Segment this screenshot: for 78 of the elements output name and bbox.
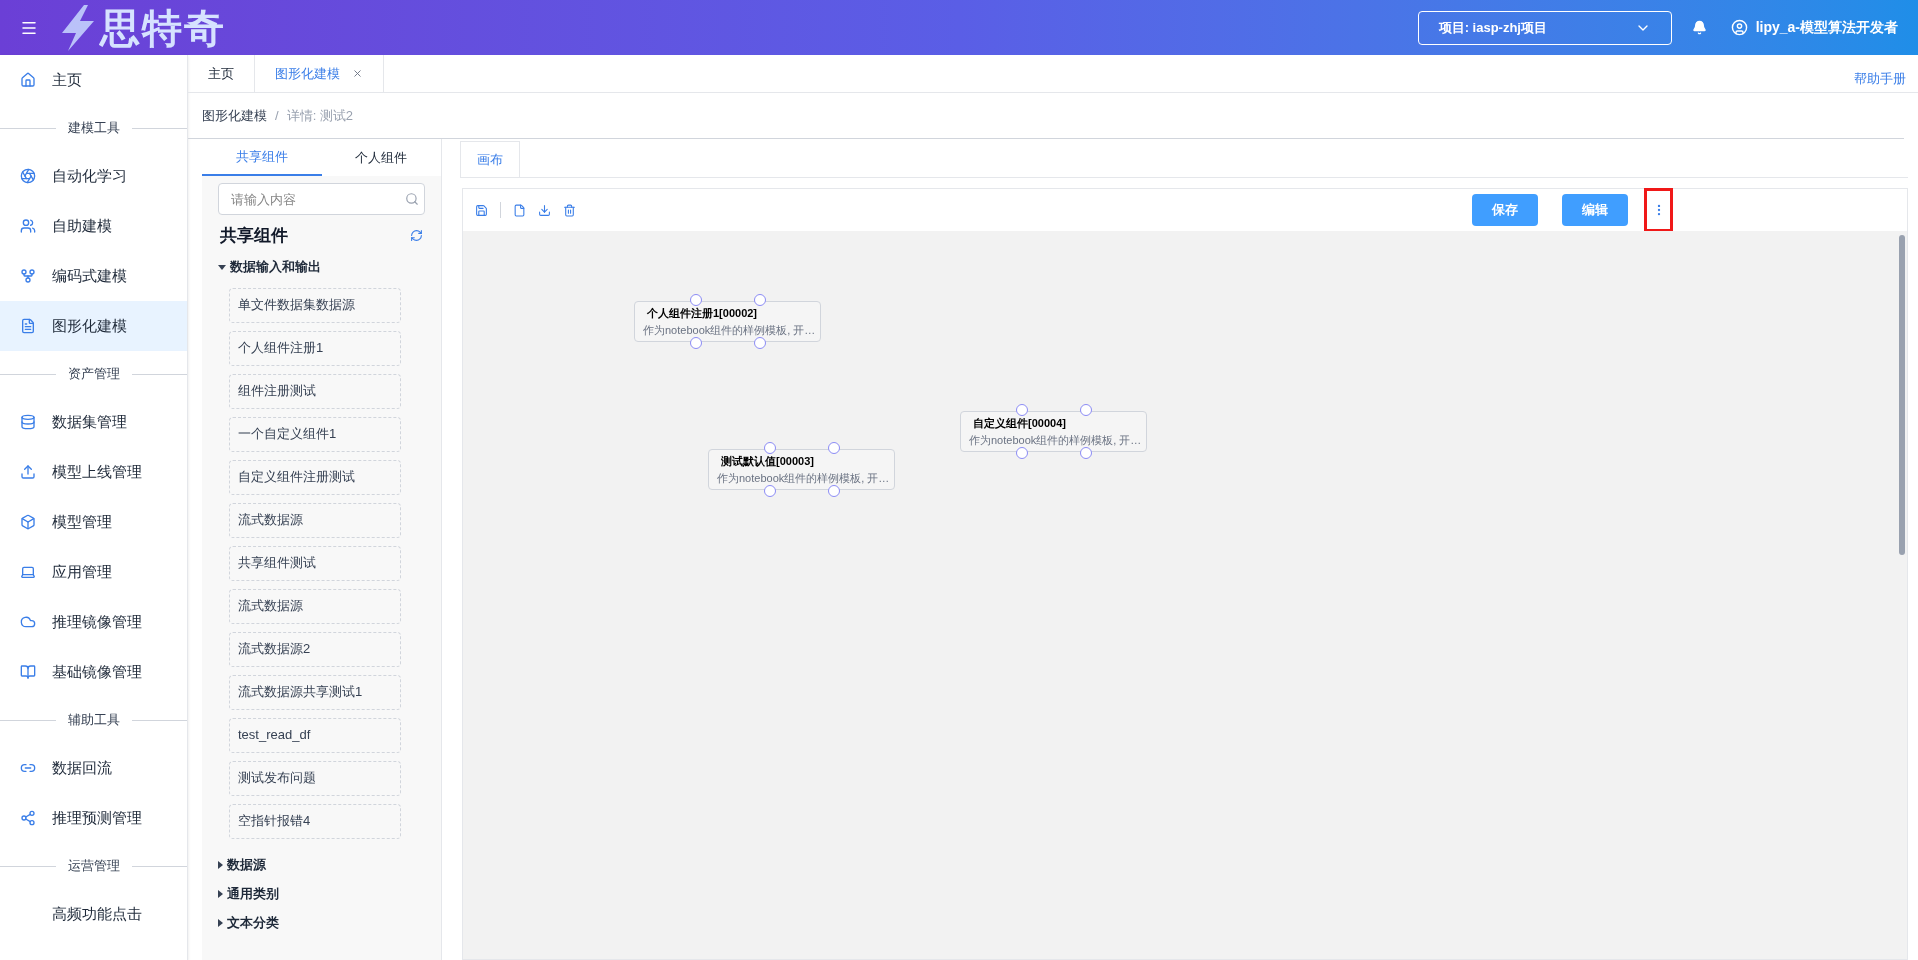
panel-tab[interactable]: 共享组件 (202, 139, 322, 176)
caret-right-icon (218, 919, 223, 927)
section-heading: 辅助工具 (66, 711, 121, 730)
user-icon (1730, 19, 1748, 36)
panel-tab[interactable]: 个人组件 (321, 139, 441, 176)
component-item[interactable]: 自定义组件注册测试 (229, 459, 401, 495)
node-title: 个人组件注册1[00002] (646, 306, 759, 321)
input-port[interactable] (828, 442, 840, 454)
component-item[interactable]: 测试发布问题 (229, 760, 401, 796)
component-item[interactable]: 一个自定义组件1 (229, 416, 401, 452)
component-item[interactable]: test_read_df (229, 717, 401, 753)
input-port[interactable] (1080, 404, 1092, 416)
category-item[interactable]: 数据源 (202, 850, 441, 880)
input-port[interactable] (764, 442, 776, 454)
node-description: 作为notebook组件的样例模板, 开… (643, 322, 812, 338)
caret-right-icon (218, 861, 223, 869)
panel-title: 共享组件 (220, 225, 288, 247)
search-icon (405, 192, 419, 206)
section-heading: 运营管理 (66, 857, 121, 876)
refresh-icon[interactable] (410, 229, 423, 243)
breadcrumb-item[interactable]: 图形化建模 (202, 105, 267, 126)
input-port[interactable] (690, 294, 702, 306)
sidebar-item[interactable]: 推理预测管理 (0, 793, 187, 843)
canvas-tab[interactable]: 画布 (460, 141, 520, 177)
component-item[interactable]: 单文件数据集数据源 (229, 287, 401, 323)
download-icon[interactable] (538, 203, 551, 217)
section-heading: 资产管理 (66, 365, 121, 384)
sidebar-item[interactable]: 模型管理 (0, 497, 187, 547)
component-item[interactable]: 流式数据源 (229, 588, 401, 624)
component-item[interactable]: 共享组件测试 (229, 545, 401, 581)
help-link[interactable]: 帮助手册 (1854, 68, 1918, 92)
page-tab[interactable]: 图形化建模 (255, 55, 384, 92)
sidebar-item[interactable]: 基础镜像管理 (0, 647, 187, 697)
document-icon[interactable] (513, 203, 526, 217)
component-item[interactable]: 个人组件注册1 (229, 330, 401, 366)
input-port[interactable] (1016, 404, 1028, 416)
sidebar-item[interactable]: 数据集管理 (0, 397, 187, 447)
caret-down-icon (218, 264, 226, 270)
logo-text: 思特奇 (100, 4, 226, 52)
sidebar-item[interactable]: 主页 (0, 55, 187, 105)
sidebar-item[interactable]: 图形化建模 (0, 301, 187, 351)
component-item[interactable]: 流式数据源 (229, 502, 401, 538)
input-port[interactable] (754, 294, 766, 306)
page-tab[interactable]: 主页 (188, 55, 255, 92)
component-item[interactable]: 组件注册测试 (229, 373, 401, 409)
category-item[interactable]: 数据输入和输出 (202, 252, 441, 282)
notification-icon[interactable] (1691, 20, 1707, 35)
sidebar-item[interactable]: 自动化学习 (0, 151, 187, 201)
breadcrumb-separator: / (275, 106, 279, 125)
sidebar-item[interactable]: 模型上线管理 (0, 447, 187, 497)
section-heading: 建模工具 (66, 119, 121, 138)
component-node[interactable]: 自定义组件[00004] 作为notebook组件的样例模板, 开… (960, 411, 1147, 452)
component-item[interactable]: 流式数据源共享测试1 (229, 674, 401, 710)
sidebar-item[interactable]: 编码式建模 (0, 251, 187, 301)
save-icon[interactable] (475, 203, 488, 217)
component-item[interactable]: 流式数据源2 (229, 631, 401, 667)
delete-icon[interactable] (563, 203, 576, 217)
component-item[interactable]: 空指针报错4 (229, 803, 401, 839)
node-title: 自定义组件[00004] (972, 416, 1067, 431)
project-select[interactable]: 项目: iasp-zhj项目 (1417, 10, 1672, 45)
sidebar-item[interactable]: 推理镜像管理 (0, 597, 187, 647)
close-icon[interactable] (352, 68, 363, 79)
component-node[interactable]: 个人组件注册1[00002] 作为notebook组件的样例模板, 开… (634, 301, 821, 342)
user-name[interactable]: lipy_a-模型算法开发者 (1755, 17, 1898, 38)
sidebar-item[interactable]: 高频功能点击 (0, 889, 187, 939)
sidebar-item[interactable]: 应用管理 (0, 547, 187, 597)
search-field[interactable]: 请输入内容 (218, 183, 425, 215)
sidebar-item[interactable]: 数据回流 (0, 743, 187, 793)
node-title: 测试默认值[00003] (720, 454, 815, 469)
category-item[interactable]: 文本分类 (202, 908, 441, 938)
caret-right-icon (218, 890, 223, 898)
scrollbar[interactable] (1899, 231, 1907, 959)
node-description: 作为notebook组件的样例模板, 开… (969, 432, 1138, 448)
breadcrumb-item: 详情: 测试2 (286, 106, 354, 125)
category-item[interactable]: 通用类别 (202, 879, 441, 909)
component-node[interactable]: 测试默认值[00003] 作为notebook组件的样例模板, 开… (708, 449, 895, 490)
node-description: 作为notebook组件的样例模板, 开… (717, 470, 886, 486)
sidebar-item[interactable]: 自助建模 (0, 201, 187, 251)
